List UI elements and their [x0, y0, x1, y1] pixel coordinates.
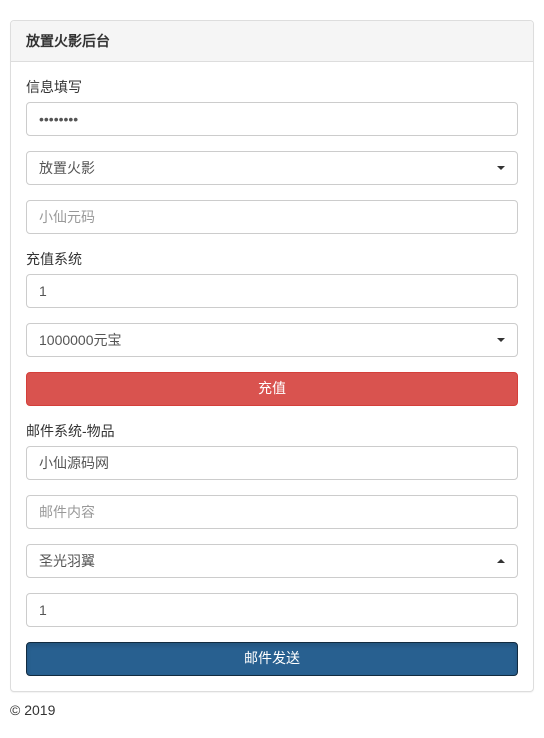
game-select-value: 放置火影 [27, 152, 517, 184]
mail-item-select[interactable]: 圣光羽翼 [26, 544, 518, 578]
panel-body: 信息填写 放置火影 充值系统 1000000元宝 充值 邮件系统-物品 [11, 62, 533, 691]
recharge-button[interactable]: 充值 [26, 372, 518, 406]
main-panel: 放置火影后台 信息填写 放置火影 充值系统 1000000元宝 充值 邮件系统-… [10, 20, 534, 692]
mail-quantity-input[interactable] [26, 593, 518, 627]
recharge-amount-value: 1000000元宝 [27, 324, 517, 356]
caret-down-icon [497, 338, 505, 342]
mail-content-input[interactable] [26, 495, 518, 529]
caret-down-icon [497, 166, 505, 170]
panel-heading: 放置火影后台 [11, 21, 533, 62]
recharge-label: 充值系统 [26, 249, 82, 269]
info-group: 信息填写 [26, 77, 518, 136]
game-select[interactable]: 放置火影 [26, 151, 518, 185]
footer-text: © 2019 [10, 702, 534, 718]
mail-recipient-input[interactable] [26, 446, 518, 480]
recharge-group: 充值系统 [26, 249, 518, 308]
mail-label: 邮件系统-物品 [26, 421, 115, 441]
panel-title: 放置火影后台 [26, 31, 518, 51]
password-input[interactable] [26, 102, 518, 136]
recharge-quantity-input[interactable] [26, 274, 518, 308]
recharge-amount-select[interactable]: 1000000元宝 [26, 323, 518, 357]
mail-item-value: 圣光羽翼 [27, 545, 517, 577]
mail-group: 邮件系统-物品 [26, 421, 518, 480]
code-input[interactable] [26, 200, 518, 234]
info-label: 信息填写 [26, 77, 82, 97]
caret-up-icon [497, 559, 505, 563]
